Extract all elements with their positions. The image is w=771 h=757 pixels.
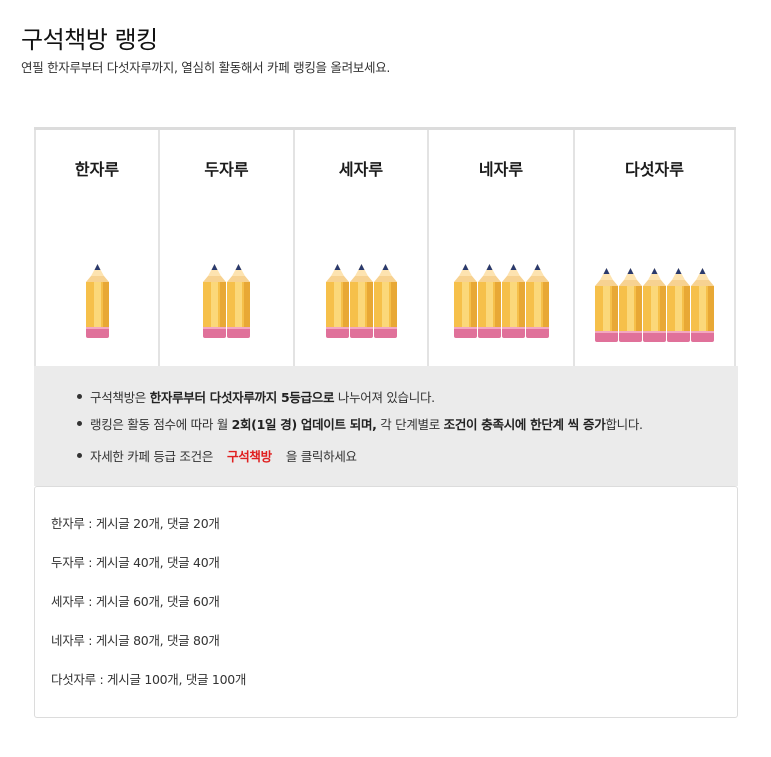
notice-item: 랭킹은 활동 점수에 따라 월 2회(1일 경) 업데이트 되며, 각 단계별로…: [77, 414, 643, 433]
pencil-icon: [667, 268, 690, 342]
rank-label: 다섯자루: [625, 160, 684, 179]
pencil-icon: [691, 268, 714, 342]
rank-label: 세자루: [338, 160, 384, 179]
notice-item: 구석책방은 한자루부터 다섯자루까지 5등급으로 나누어져 있습니다.: [77, 387, 435, 406]
rank-label: 네자루: [478, 160, 524, 179]
pencil-icon: [525, 264, 549, 338]
pencil-group: [160, 264, 293, 338]
pencil-icon: [501, 264, 525, 338]
rank-column-4: 네자루: [427, 130, 573, 367]
condition-row: 두자루 : 게시글 40개, 댓글 40개: [51, 555, 220, 570]
rank-label: 두자루: [204, 160, 249, 179]
rank-column-2: 두자루: [158, 130, 293, 367]
rank-column-5: 다섯자루: [573, 130, 736, 367]
page-title: 구석책방 랭킹: [21, 26, 158, 54]
pencil-group: [36, 264, 158, 338]
cafe-grade-link[interactable]: 구석책방: [227, 449, 272, 464]
pencil-icon: [373, 264, 397, 338]
condition-row: 세자루 : 게시글 60개, 댓글 60개: [51, 594, 220, 609]
pencil-icon: [227, 264, 250, 338]
pencil-icon: [595, 268, 618, 342]
pencil-icon: [643, 268, 666, 342]
rank-column-3: 세자루: [293, 130, 427, 367]
notice-box: 구석책방은 한자루부터 다섯자루까지 5등급으로 나누어져 있습니다. 랭킹은 …: [34, 366, 738, 486]
pencil-icon: [477, 264, 501, 338]
notice-item: 자세한 카페 등급 조건은 구석책방 을 클릭하세요: [77, 446, 357, 465]
condition-row: 네자루 : 게시글 80개, 댓글 80개: [51, 633, 220, 648]
pencil-icon: [325, 264, 349, 338]
pencil-icon: [619, 268, 642, 342]
pencil-icon: [85, 264, 109, 338]
rank-column-1: 한자루: [34, 130, 158, 367]
pencil-icon: [453, 264, 477, 338]
pencil-group: [295, 264, 427, 338]
rank-label: 한자루: [74, 160, 120, 179]
rank-table: 한자루 두자루 세자루 네자루 다섯자루: [34, 127, 736, 367]
condition-row: 다섯자루 : 게시글 100개, 댓글 100개: [51, 672, 247, 687]
pencil-icon: [349, 264, 373, 338]
pencil-group: [429, 264, 573, 338]
pencil-group: [575, 268, 734, 342]
condition-row: 한자루 : 게시글 20개, 댓글 20개: [51, 516, 220, 531]
conditions-box: 한자루 : 게시글 20개, 댓글 20개 두자루 : 게시글 40개, 댓글 …: [34, 486, 738, 718]
page-subtitle: 연필 한자루부터 다섯자루까지, 열심히 활동해서 카페 랭킹을 올려보세요.: [21, 60, 391, 75]
pencil-icon: [203, 264, 226, 338]
